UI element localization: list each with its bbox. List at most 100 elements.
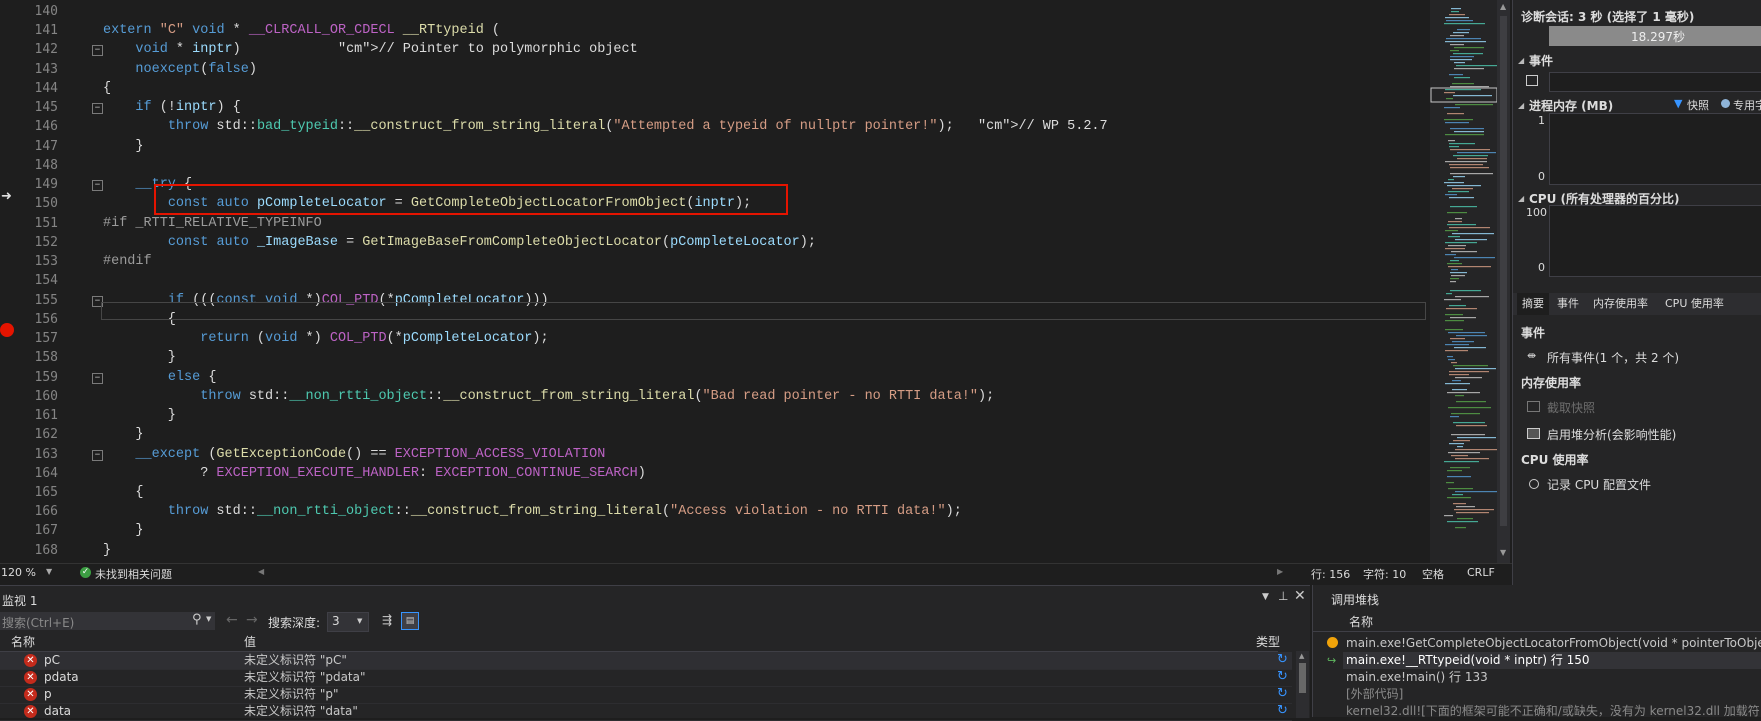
tab-memory-usage[interactable]: 内存使用率 xyxy=(1593,293,1648,315)
hscroll-left-icon[interactable]: ◀ xyxy=(258,567,264,576)
pin-watch-icon[interactable]: ⇶ xyxy=(382,613,396,627)
scroll-thumb[interactable] xyxy=(1500,16,1507,526)
all-events-link[interactable]: 所有事件(1 个，共 2 个) xyxy=(1547,349,1679,366)
hex-display-icon[interactable]: ▤ xyxy=(401,612,419,630)
memory-collapse-icon[interactable]: ◢ xyxy=(1518,101,1524,110)
fold-toggle-icon[interactable]: − xyxy=(92,103,103,115)
code-line[interactable]: throw std::__non_rtti_object::__construc… xyxy=(103,387,994,406)
col-type-header[interactable]: 类型 xyxy=(1256,634,1280,651)
hscroll-right-icon[interactable]: ▶ xyxy=(1277,567,1283,576)
code-line[interactable]: { xyxy=(103,79,111,98)
line-number: 168 xyxy=(34,542,58,558)
code-line[interactable]: __except (GetExceptionCode() == EXCEPTIO… xyxy=(103,445,605,464)
vertical-scrollbar[interactable]: ▲ ▼ xyxy=(1497,0,1510,563)
minimap-line xyxy=(1445,134,1484,136)
watch-name[interactable]: pC xyxy=(44,652,60,669)
code-line[interactable]: #endif xyxy=(103,252,152,271)
code-line[interactable]: } xyxy=(103,406,176,425)
code-line[interactable]: } xyxy=(103,425,143,444)
panel-menu-icon[interactable]: ▼ xyxy=(1262,592,1269,602)
events-collapse-icon[interactable]: ◢ xyxy=(1518,56,1524,65)
code-line[interactable]: ? EXCEPTION_EXECUTE_HANDLER: EXCEPTION_C… xyxy=(103,464,646,483)
col-value-header[interactable]: 值 xyxy=(244,634,256,651)
watch-search-input[interactable]: 搜索(Ctrl+E) ⚲ ▼ xyxy=(0,612,215,630)
char-indicator[interactable]: 字符: 10 xyxy=(1363,566,1406,582)
code-line[interactable]: #if _RTTI_RELATIVE_TYPEINFO xyxy=(103,214,322,233)
cpu-graph[interactable] xyxy=(1549,205,1761,277)
line-indicator[interactable]: 行: 156 xyxy=(1311,566,1350,582)
call-stack-frame[interactable]: main.exe!GetCompleteObjectLocatorFromObj… xyxy=(1343,635,1761,652)
fold-toggle-icon[interactable]: − xyxy=(92,372,103,384)
cpu-collapse-icon[interactable]: ◢ xyxy=(1518,194,1524,203)
refresh-icon[interactable]: ↻ xyxy=(1277,652,1288,667)
watch-scroll-thumb[interactable] xyxy=(1299,663,1306,693)
col-name-header[interactable]: 名称 xyxy=(11,634,35,651)
pause-events-icon[interactable] xyxy=(1526,75,1538,86)
code-line[interactable]: } xyxy=(103,348,176,367)
search-dropdown-icon[interactable]: ▼ xyxy=(206,615,211,623)
code-line[interactable]: extern "C" void * __CLRCALL_OR_CDECL __R… xyxy=(103,21,500,40)
fold-toggle-icon[interactable]: − xyxy=(92,180,103,192)
code-line[interactable]: const auto _ImageBase = GetImageBaseFrom… xyxy=(103,233,816,252)
scroll-up-icon[interactable]: ▲ xyxy=(1500,2,1506,11)
call-stack-frame[interactable]: kernel32.dll![下面的框架可能不正确和/或缺失，没有为 kernel… xyxy=(1343,703,1761,720)
code-editor[interactable]: 140 141 142 143 144 145 146 147 148 149 150 151 152 1… xyxy=(0,0,1430,563)
call-stack-frame[interactable]: main.exe!main() 行 133 xyxy=(1343,669,1761,686)
events-track[interactable] xyxy=(1549,72,1761,92)
watch-row[interactable]: ✕ p 未定义标识符 "p" ↻ xyxy=(0,686,1292,704)
breakpoint-icon[interactable] xyxy=(0,323,14,337)
line-ending-indicator[interactable]: CRLF xyxy=(1467,566,1495,579)
record-cpu-button[interactable]: 记录 CPU 配置文件 xyxy=(1547,476,1651,493)
tab-cpu-usage[interactable]: CPU 使用率 xyxy=(1665,293,1724,315)
watch-scrollbar[interactable]: ▲ xyxy=(1296,651,1309,718)
code-line[interactable]: } xyxy=(103,521,143,540)
memory-graph[interactable] xyxy=(1549,113,1761,185)
code-line[interactable]: } xyxy=(103,541,111,560)
code-line[interactable]: else { xyxy=(103,368,217,387)
watch-name[interactable]: pdata xyxy=(44,669,79,686)
search-depth-select[interactable]: 3 ▼ xyxy=(327,612,369,632)
code-line[interactable]: noexcept(false) xyxy=(103,60,257,79)
zoom-dropdown-icon[interactable]: ▼ xyxy=(46,567,52,576)
search-icon[interactable]: ⚲ xyxy=(192,612,202,627)
code-line[interactable]: void * inptr) "cm">// Pointer to polymor… xyxy=(103,40,637,59)
tab-events[interactable]: 事件 xyxy=(1557,293,1579,315)
watch-row[interactable]: ✕ data 未定义标识符 "data" ↻ xyxy=(0,703,1292,721)
watch-row[interactable]: ✕ pC 未定义标识符 "pC" ↻ xyxy=(0,652,1292,670)
line-number: 149 xyxy=(34,177,58,193)
watch-scroll-up-icon[interactable]: ▲ xyxy=(1299,652,1304,660)
heap-profiling-button[interactable]: 启用堆分析(会影响性能) xyxy=(1547,426,1676,443)
fold-toggle-icon[interactable]: − xyxy=(92,449,103,461)
tab-summary[interactable]: 摘要 xyxy=(1517,293,1549,315)
take-snapshot-button[interactable]: 截取快照 xyxy=(1547,399,1595,416)
forward-arrow-icon[interactable]: → xyxy=(246,612,258,628)
call-stack-frame[interactable]: main.exe!__RTtypeid(void * inptr) 行 150 xyxy=(1343,652,1761,669)
close-icon[interactable]: ✕ xyxy=(1294,588,1306,604)
glyph-margin[interactable] xyxy=(0,0,20,563)
code-line[interactable]: throw std::bad_typeid::__construct_from_… xyxy=(103,117,1108,136)
back-arrow-icon[interactable]: ← xyxy=(226,612,238,628)
code-line[interactable]: { xyxy=(103,483,143,502)
scroll-down-icon[interactable]: ▼ xyxy=(1500,548,1506,557)
watch-value[interactable]: 未定义标识符 "pdata" xyxy=(244,669,366,686)
pin-icon[interactable]: ⊥ xyxy=(1278,589,1288,603)
callstack-name-header[interactable]: 名称 xyxy=(1349,613,1373,630)
watch-name[interactable]: p xyxy=(44,686,52,703)
refresh-icon[interactable]: ↻ xyxy=(1277,669,1288,684)
code-line[interactable]: if (!inptr) { xyxy=(103,98,240,117)
issues-status[interactable]: 未找到相关问题 xyxy=(95,566,172,582)
code-line[interactable]: return (void *) COL_PTD(*pCompleteLocato… xyxy=(103,329,548,348)
whitespace-indicator[interactable]: 空格 xyxy=(1422,566,1444,582)
refresh-icon[interactable]: ↻ xyxy=(1277,703,1288,718)
watch-name[interactable]: data xyxy=(44,703,71,720)
code-line[interactable]: } xyxy=(103,137,143,156)
watch-value[interactable]: 未定义标识符 "p" xyxy=(244,686,338,703)
call-stack-frame[interactable]: [外部代码] xyxy=(1343,686,1761,703)
watch-value[interactable]: 未定义标识符 "pC" xyxy=(244,652,347,669)
watch-value[interactable]: 未定义标识符 "data" xyxy=(244,703,358,720)
fold-toggle-icon[interactable]: − xyxy=(92,45,103,57)
zoom-level[interactable]: 120 % xyxy=(1,566,36,579)
refresh-icon[interactable]: ↻ xyxy=(1277,686,1288,701)
watch-row[interactable]: ✕ pdata 未定义标识符 "pdata" ↻ xyxy=(0,669,1292,687)
code-line[interactable]: throw std::__non_rtti_object::__construc… xyxy=(103,502,962,521)
